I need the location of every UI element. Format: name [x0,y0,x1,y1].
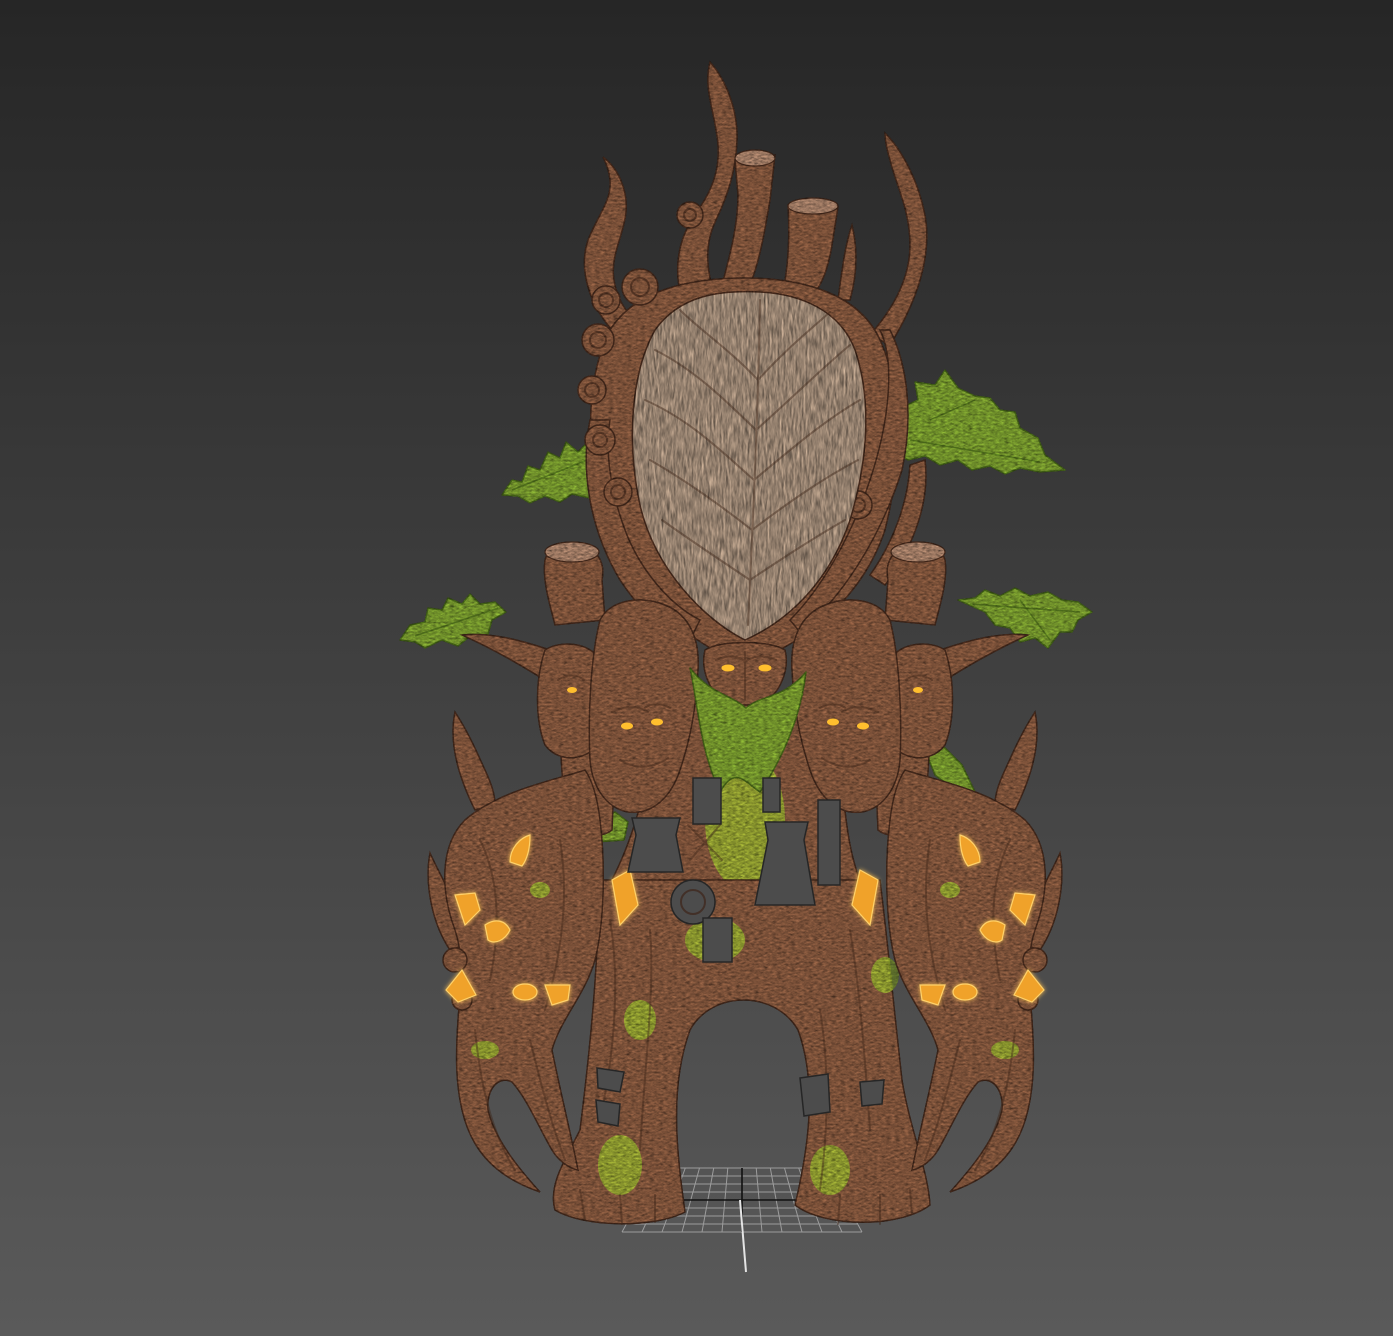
head-curl-left-2 [591,285,621,315]
shoulder-stump-cap [544,541,600,563]
leg-metal-plate-3 [799,1073,831,1117]
crown-curl-1 [676,201,704,229]
crown-horn-right [868,131,928,346]
arm-horn-top [452,710,496,811]
leg-metal-plate-2 [595,1099,621,1127]
crown-stump-center-cap [734,149,776,167]
shoulder-face-eye-1 [621,722,633,730]
trinket-lantern-left [627,817,684,873]
arm-moss-2 [530,882,550,898]
arm-bump-1 [442,947,468,973]
shoulder-face-eye-2 [651,718,663,726]
shoulder-side-face-eye [567,687,577,693]
trinket-chain-left [692,777,722,825]
central-face-eye-right [758,664,772,672]
trinket-pipe-right [817,799,841,886]
central-face-eye-left [721,664,735,672]
head-curl-left-4 [577,375,607,405]
glow-crystal-5 [512,983,538,1001]
viewport-canvas[interactable] [0,0,1393,1336]
leg-left-moss-1 [598,1135,642,1195]
leaf-clump-right-upper [892,369,1066,475]
arm-moss-1 [471,1041,499,1059]
head-curl-left-5 [584,424,616,456]
head-curl-left-3 [581,323,615,357]
leg-metal-plate-4 [859,1079,885,1107]
pivot-z-axis [739,1199,747,1273]
leg-metal-plate-1 [596,1067,625,1093]
leg-left-moss-2 [624,1000,656,1040]
trinket-chain-center [762,777,781,813]
crown-spike-small [837,222,857,301]
leg-right-moss-2 [871,957,899,993]
head-curl-left-1 [621,268,659,306]
crown-stump-right-cap [787,197,839,215]
treant-model[interactable] [427,60,1062,1225]
leg-right-moss-1 [810,1145,850,1195]
head-curl-left-6 [603,477,633,507]
trinket-plate-bottom [702,917,733,963]
